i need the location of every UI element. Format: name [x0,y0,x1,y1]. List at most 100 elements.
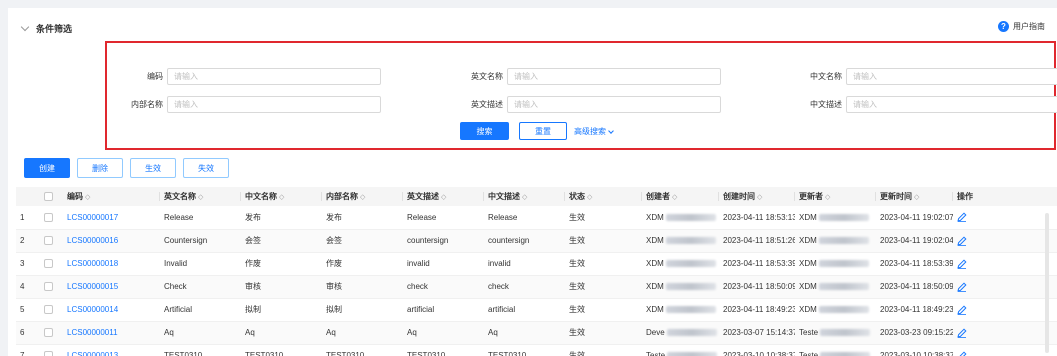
en-name-header[interactable]: 英文名称 ◇ [160,187,241,206]
row-checkbox[interactable] [44,259,53,269]
redacted-text [818,237,869,245]
row-ops-cell [953,206,1057,229]
cell-en-desc: countersign [407,236,449,245]
cell-status: 生效 [569,351,585,356]
edit-icon[interactable] [957,212,967,223]
row-checkbox[interactable] [44,212,53,222]
cell-status: 生效 [569,282,585,291]
updated-at-header[interactable]: 更新时间 ◇ [876,187,953,206]
cell-code[interactable]: LCS00000011 [63,321,160,344]
code-input[interactable]: 请输入 [167,68,381,85]
advanced-search-toggle[interactable]: 高级搜索 [574,126,614,137]
table-row[interactable]: 7 LCS00000013 TEST0310 TEST0310 TEST0310 TEST… [16,344,1057,356]
table-row[interactable]: 6 LCS00000011 Aq Aq Aq Aq Aq 生效 Deve 2023-03-07 1… [16,321,1057,344]
sort-icon[interactable]: ◇ [198,193,203,201]
disable-button[interactable]: 失效 [183,158,229,178]
en-desc-input[interactable]: 请输入 [507,96,721,113]
row-select-cell [40,344,63,356]
cell-cn-name: 作废 [245,259,261,268]
cell-code[interactable]: LCS00000016 [63,229,160,252]
row-checkbox[interactable] [44,328,53,338]
cell-idx: 1 [20,212,25,222]
search-button[interactable]: 搜索 [460,122,509,140]
cell-creator: XDM [642,229,719,252]
cn-name-field: 中文名称 请输入 [800,68,1057,85]
inner-name-header[interactable]: 内部名称 ◇ [322,187,403,206]
cell-code[interactable]: LCS00000015 [63,275,160,298]
sort-icon[interactable]: ◇ [587,193,592,201]
cn-name-input[interactable]: 请输入 [846,68,1057,85]
table-header-row: 编码 ◇ 英文名称 ◇ 中文名称 ◇ 内部名称 ◇ 英文描述 ◇ 中文描述 ◇ 状态 ◇ 创建… [16,187,1057,206]
cell-updated-at: 2023-04-11 19:02:07 [880,212,953,222]
enable-button[interactable]: 生效 [130,158,176,178]
cell-code[interactable]: LCS00000014 [63,298,160,321]
created-at-header[interactable]: 创建时间 ◇ [719,187,795,206]
redacted-text [667,352,718,356]
row-checkbox[interactable] [44,236,53,246]
table-row[interactable]: 3 LCS00000018 Invalid 作废 作废 invalid invalid 生效 X… [16,252,1057,275]
reset-button[interactable]: 重置 [519,122,567,140]
cn-desc-input[interactable]: 请输入 [846,96,1057,113]
cell-updated-at: 2023-03-10 10:38:37 [880,351,953,356]
table-row[interactable]: 2 LCS00000016 Countersign 会签 会签 countersign co… [16,229,1057,252]
table-row[interactable]: 5 LCS00000014 Artificial 拟制 拟制 artificial arti… [16,298,1057,321]
search-form: 编码 请输入 英文名称 请输入 中文名称 请输入 内部名称 请输入 英文描述 请… [105,41,1057,150]
table-scrollbar[interactable] [1045,213,1049,353]
table-row[interactable]: 4 LCS00000015 Check 审核 审核 check check 生效 XDM 2023… [16,275,1057,298]
top-strip [8,0,1057,8]
en-desc-header[interactable]: 英文描述 ◇ [403,187,484,206]
cn-desc-header[interactable]: 中文描述 ◇ [484,187,565,206]
sort-icon[interactable]: ◇ [441,193,446,201]
select-all-checkbox[interactable] [44,192,53,202]
cn-name-header[interactable]: 中文名称 ◇ [241,187,322,206]
table-row[interactable]: 1 LCS00000017 Release 发布 发布 Release Release 生效 X… [16,206,1057,229]
cell-creator: XDM [642,252,719,275]
cell-code[interactable]: LCS00000017 [63,206,160,229]
edit-icon[interactable] [957,327,967,338]
row-checkbox[interactable] [44,305,53,315]
code-label: 编码 [147,72,163,81]
delete-button[interactable]: 删除 [77,158,123,178]
cell-created-at: 2023-04-11 18:50:09 [723,282,795,291]
cell-status: 生效 [569,259,585,268]
inner-name-input[interactable]: 请输入 [167,96,381,113]
creator-header[interactable]: 创建者 ◇ [642,187,719,206]
cell-creator: XDM [642,206,719,229]
create-button[interactable]: 创建 [24,158,70,178]
cell-updater: Teste [795,321,876,344]
cell-updated-at: 2023-04-11 19:02:04 [880,236,953,245]
sort-icon[interactable]: ◇ [522,193,527,201]
code-field: 编码 请输入 [121,68,381,85]
user-guide-link[interactable]: ? 用户指南 [998,21,1045,32]
edit-icon[interactable] [957,258,967,269]
cell-code[interactable]: LCS00000018 [63,252,160,275]
sort-icon[interactable]: ◇ [757,193,762,201]
row-checkbox[interactable] [44,282,53,292]
status-header[interactable]: 状态 ◇ [565,187,642,206]
cell-cn-name: Aq [245,328,255,337]
sort-icon[interactable]: ◇ [825,193,830,201]
cell-status: 生效 [569,236,585,245]
edit-icon[interactable] [957,281,967,292]
cell-updater: XDM [795,298,876,321]
edit-icon[interactable] [957,235,967,246]
cell-en-desc: TEST0310 [407,351,446,356]
edit-icon[interactable] [957,304,967,315]
en-name-input[interactable]: 请输入 [507,68,721,85]
cell-inner-name: Aq [326,328,336,337]
sort-icon[interactable]: ◇ [279,193,284,201]
cell-status: 生效 [569,305,585,314]
sort-icon[interactable]: ◇ [360,193,365,201]
sort-icon[interactable]: ◇ [85,193,90,201]
inner-name-field: 内部名称 请输入 [121,96,381,113]
edit-icon[interactable] [957,350,967,356]
row-checkbox[interactable] [44,351,53,356]
sort-icon[interactable]: ◇ [672,193,677,201]
updater-header[interactable]: 更新者 ◇ [795,187,876,206]
code-header[interactable]: 编码 ◇ [63,187,160,206]
cell-code[interactable]: LCS00000013 [63,344,160,356]
cell-creator: Teste [642,344,719,356]
sort-icon[interactable]: ◇ [914,193,919,201]
redacted-text [820,329,871,337]
section-header[interactable]: 条件筛选 [20,22,72,35]
